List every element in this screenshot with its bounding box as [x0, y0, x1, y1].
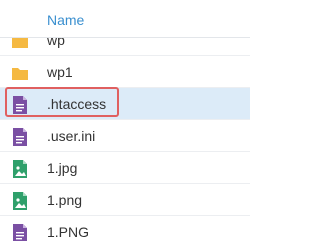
- file-name: 1.png: [47, 192, 83, 208]
- file-list: wp wp1 .htaccess .user.ini 1.jpg 1.png 1…: [0, 24, 250, 241]
- file-row-user-ini[interactable]: .user.ini: [0, 120, 250, 152]
- file-list-header: Name: [0, 0, 250, 38]
- folder-icon: [11, 63, 29, 83]
- name-column-header[interactable]: Name: [47, 12, 84, 28]
- file-name: wp1: [47, 64, 73, 80]
- file-row-1-png[interactable]: 1.png: [0, 184, 250, 216]
- file-name: .htaccess: [47, 96, 107, 112]
- file-name: 1.PNG: [47, 224, 90, 240]
- document-icon: [11, 223, 29, 241]
- image-file-icon: [11, 159, 29, 179]
- file-row-htaccess[interactable]: .htaccess: [0, 88, 250, 120]
- file-row-wp1[interactable]: wp1: [0, 56, 250, 88]
- file-list-panel: wp wp1 .htaccess .user.ini 1.jpg 1.png 1…: [0, 0, 250, 241]
- document-icon: [11, 95, 29, 115]
- image-file-icon: [11, 191, 29, 211]
- file-name: .user.ini: [47, 128, 96, 144]
- document-icon: [11, 127, 29, 147]
- file-row-1-PNG[interactable]: 1.PNG: [0, 216, 250, 241]
- file-row-1-jpg[interactable]: 1.jpg: [0, 152, 250, 184]
- file-name: 1.jpg: [47, 160, 78, 176]
